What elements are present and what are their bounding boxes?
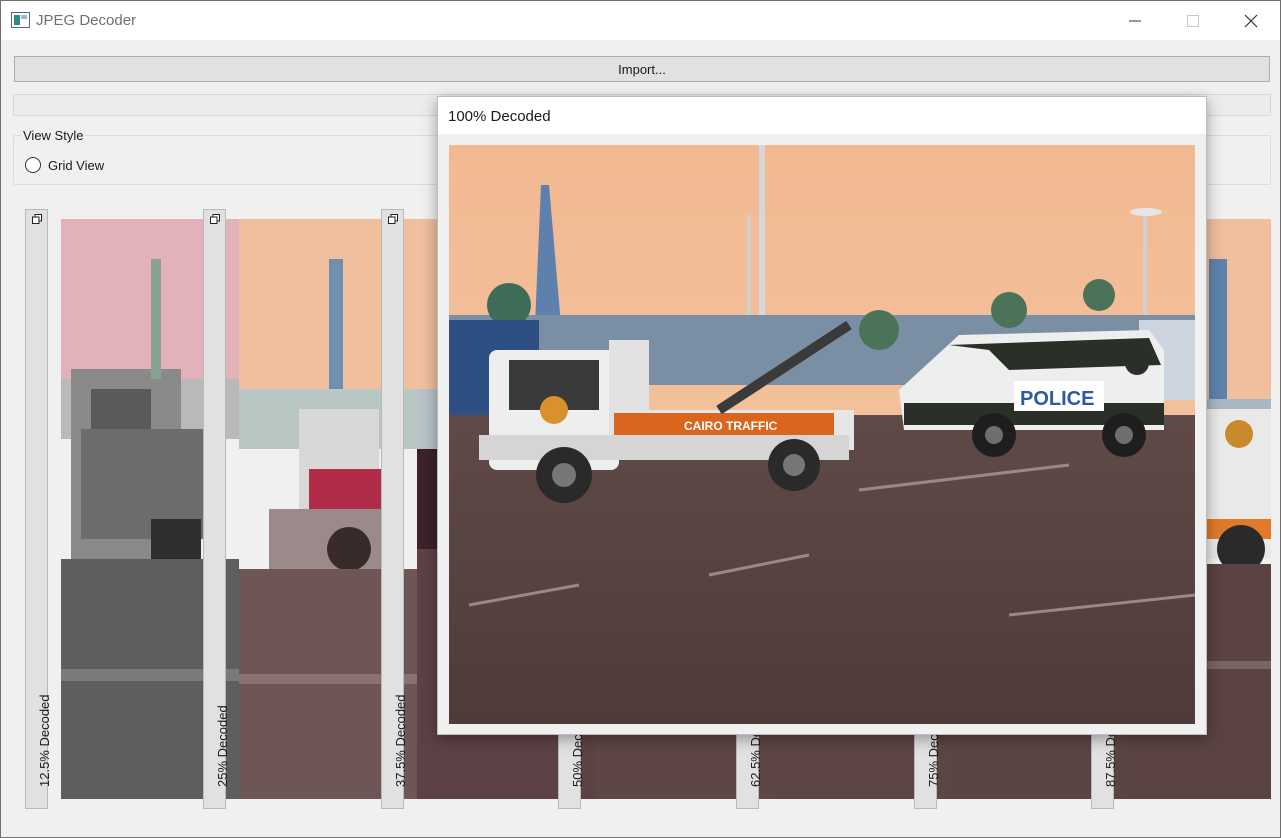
dialog-body: CAIRO TRAFFIC POLICE — [438, 134, 1206, 734]
float-window-icon[interactable] — [32, 214, 42, 224]
float-window-icon[interactable] — [210, 214, 220, 224]
title-bar[interactable]: JPEG Decoder — [1, 1, 1280, 40]
strip-label: 87.5% Decoded — [1102, 694, 1118, 787]
main-window: JPEG Decoder Import... C:/Users/abdol/Do… — [0, 0, 1281, 838]
strip-label: 50% Decoded — [569, 705, 585, 787]
dock-handle[interactable]: 37.5% Decoded — [381, 209, 408, 809]
decoded-photo: CAIRO TRAFFIC POLICE — [449, 145, 1195, 724]
dialog-title: 100% Decoded — [448, 108, 551, 125]
maximize-button[interactable] — [1164, 1, 1222, 40]
minimize-icon — [1129, 20, 1141, 21]
strip-label: 12.5% Decoded — [36, 694, 52, 787]
dock-handle[interactable]: 25% Decoded — [203, 209, 230, 809]
grid-view-radio[interactable] — [25, 157, 41, 173]
close-button[interactable] — [1222, 1, 1280, 40]
maximize-icon — [1187, 14, 1199, 27]
float-window-icon[interactable] — [388, 214, 398, 224]
van-sign: POLICE — [1020, 388, 1094, 410]
view-style-title: View Style — [21, 128, 86, 143]
strip-label: 75% Decoded — [925, 705, 941, 787]
grid-view-label[interactable]: Grid View — [48, 158, 104, 173]
decoded-photo-canvas: CAIRO TRAFFIC POLICE — [449, 145, 1195, 724]
app-icon — [11, 12, 30, 28]
import-button[interactable]: Import... — [14, 56, 1270, 82]
strip-label: 62.5% Decoded — [747, 694, 763, 787]
full-decode-window[interactable]: 100% Decoded CAIRO TRAFFIC POLICE — [437, 96, 1207, 735]
strip-label: 37.5% Decoded — [392, 694, 408, 787]
window-title: JPEG Decoder — [36, 12, 137, 29]
dock-handle[interactable]: 12.5% Decoded — [25, 209, 52, 809]
minimize-button[interactable] — [1106, 1, 1164, 40]
close-icon — [1244, 14, 1258, 27]
truck-sign: CAIRO TRAFFIC — [684, 419, 778, 433]
strip-label: 25% Decoded — [214, 705, 230, 787]
